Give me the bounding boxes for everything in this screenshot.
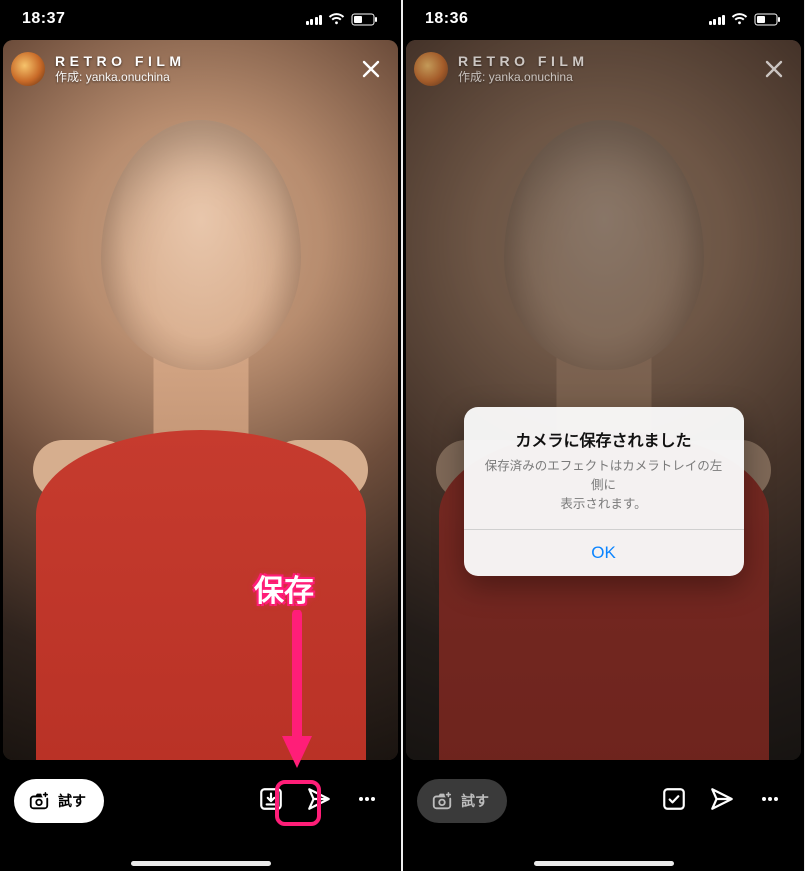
try-effect-label: 試す [58,791,86,811]
effect-title: RETRO FILM [55,53,186,71]
phone-screen-right: 18:36 RETRO FILM 作成: [403,0,804,871]
status-time: 18:37 [22,10,65,28]
status-icons [306,13,380,26]
bottom-toolbar: 試す [403,763,804,871]
close-button[interactable] [352,50,390,88]
signal-icon [709,13,726,25]
share-button[interactable] [299,779,339,819]
status-bar: 18:36 [403,0,804,38]
try-effect-button: 試す [417,779,507,823]
annotation-label-save: 保存 [254,566,314,610]
camera-plus-icon [28,790,50,812]
author-avatar [414,52,448,86]
dialog-ok-button[interactable]: OK [464,530,744,576]
close-button [755,50,793,88]
more-button [750,779,790,819]
battery-icon [351,13,379,26]
home-indicator[interactable] [131,861,271,866]
more-button[interactable] [347,779,387,819]
saved-effect-indicator [654,779,694,819]
effect-header: RETRO FILM 作成: yanka.onuchina [414,46,793,92]
dialog-message: 保存済みのエフェクトはカメラトレイの左側に 表示されます。 [482,457,726,513]
camera-viewport: RETRO FILM 作成: yanka.onuchina カメラに保存されまし… [406,40,801,760]
effect-author: 作成: yanka.onuchina [55,70,186,85]
effect-header[interactable]: RETRO FILM 作成: yanka.onuchina [11,46,390,92]
camera-viewport: RETRO FILM 作成: yanka.onuchina [3,40,398,760]
effect-title: RETRO FILM [458,53,589,71]
bottom-toolbar: 試す [0,763,401,871]
battery-icon [754,13,782,26]
effect-author: 作成: yanka.onuchina [458,70,589,85]
wifi-icon [731,13,748,25]
save-effect-button[interactable] [251,779,291,819]
home-indicator[interactable] [534,861,674,866]
camera-plus-icon [431,790,453,812]
dialog-title: カメラに保存されました [482,427,726,451]
author-avatar[interactable] [11,52,45,86]
status-time: 18:36 [425,10,468,28]
camera-preview-image [3,40,398,760]
share-button [702,779,742,819]
signal-icon [306,13,323,25]
status-icons [709,13,783,26]
try-effect-button[interactable]: 試す [14,779,104,823]
dim-overlay [406,40,801,760]
saved-confirmation-dialog: カメラに保存されました 保存済みのエフェクトはカメラトレイの左側に 表示されます… [464,407,744,576]
phone-screen-left: 18:37 RETRO FILM 作成: yanka. [0,0,401,871]
try-effect-label: 試す [461,791,489,811]
status-bar: 18:37 [0,0,401,38]
wifi-icon [328,13,345,25]
